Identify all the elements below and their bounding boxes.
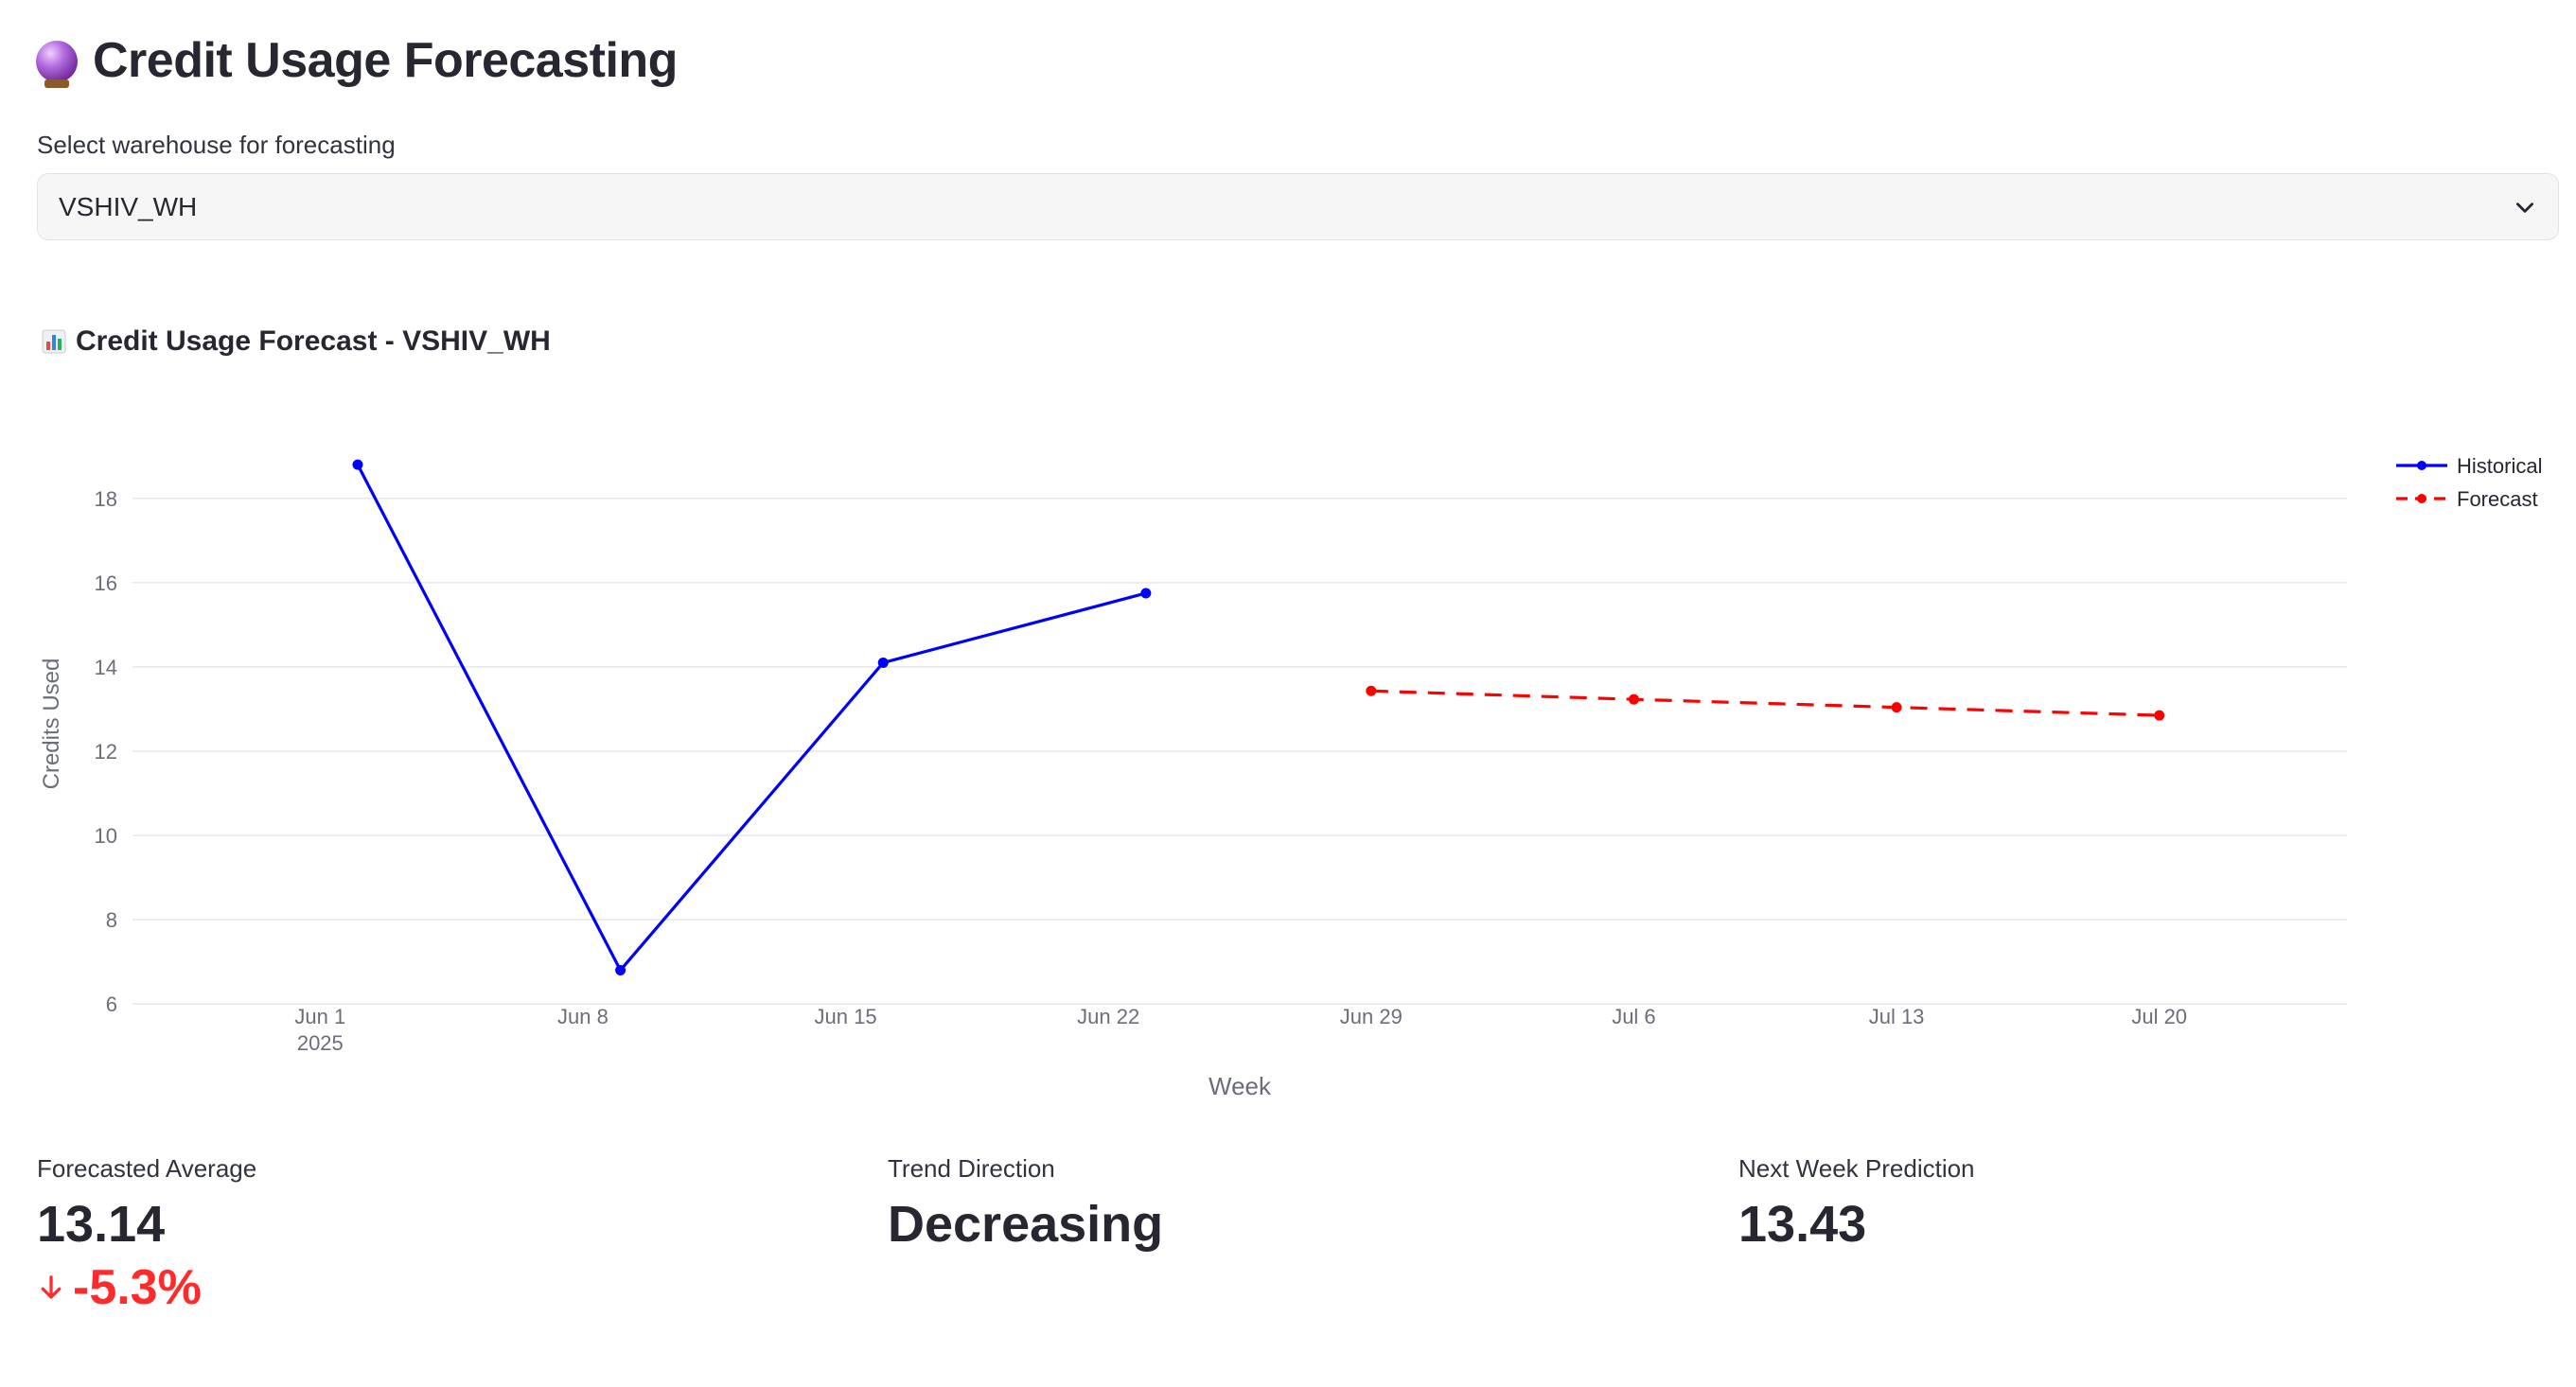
forecast-chart: 681012141618 Jun 12025Jun 8 Jun 15 Jun 22 J…: [39, 454, 2542, 1100]
legend-marker: [2417, 494, 2426, 503]
legend-marker: [2417, 461, 2426, 470]
x-tick-label: Jul 13: [1869, 1005, 1925, 1028]
chart-section-title: Credit Usage Forecast - VSHIV_WH: [42, 325, 551, 358]
metric-forecasted-average: Forecasted Average 13.14 -5.3%: [37, 1154, 256, 1316]
y-tick-label: 6: [106, 992, 117, 1016]
metric-delta-value: -5.3%: [73, 1260, 202, 1315]
data-point-historical: [615, 964, 626, 975]
x-tick-label: Jun 8: [557, 1005, 609, 1028]
data-point-forecast: [1366, 685, 1377, 696]
warehouse-select-value: VSHIV_WH: [59, 191, 198, 221]
legend-label: Forecast: [2457, 487, 2538, 511]
legend-item-forecast[interactable]: Forecast: [2396, 487, 2538, 511]
y-tick-label: 12: [95, 740, 117, 764]
y-tick-label: 8: [106, 908, 117, 932]
series-line-forecast: [1370, 689, 2160, 717]
x-tick-label: Jun 15: [815, 1005, 877, 1028]
chart-section-title-text: Credit Usage Forecast - VSHIV_WH: [76, 325, 551, 357]
metric-value: 13.43: [1738, 1196, 1867, 1253]
data-point-historical: [352, 459, 363, 470]
metric-label: Trend Direction: [888, 1154, 1055, 1183]
metric-label: Next Week Prediction: [1738, 1154, 1975, 1183]
data-point-forecast: [1891, 702, 1902, 713]
data-point-forecast: [2154, 710, 2165, 721]
crystal-ball-icon: [36, 41, 78, 88]
x-tick-year: 2025: [297, 1031, 344, 1055]
y-tick-label: 18: [95, 487, 117, 511]
arrow-down-icon: [41, 1275, 62, 1299]
metric-value: 13.14: [37, 1196, 166, 1253]
x-tick-label: Jun 22: [1077, 1005, 1139, 1028]
x-axis-ticks: Jun 1 2025 Jun 8 Jun 15 Jun 22 Jun 29 Jul 6 Jul…: [294, 1005, 2187, 1055]
metric-value: Decreasing: [888, 1196, 1164, 1253]
legend-label: Historical: [2457, 454, 2542, 478]
page-title: Credit Usage Forecasting: [36, 32, 678, 89]
metric-delta: -5.3%: [37, 1259, 256, 1316]
chart-legend[interactable]: Historical Forecast: [2396, 454, 2542, 511]
x-tick-label: Jun 29: [1340, 1005, 1403, 1028]
metric-label: Forecasted Average: [37, 1154, 257, 1183]
data-point-forecast: [1628, 694, 1639, 705]
x-tick-label: Jul 6: [1612, 1005, 1655, 1028]
x-tick-label: Jul 20: [2131, 1005, 2187, 1028]
y-axis-ticks: 6 8 10 12 14 16 18: [95, 487, 117, 1016]
grid-lines: [132, 498, 2347, 1005]
legend-item-historical[interactable]: Historical: [2396, 454, 2542, 478]
chart-series: [352, 459, 2165, 975]
y-axis-label: Credits Used: [39, 658, 64, 790]
page-title-text: Credit Usage Forecasting: [93, 33, 678, 88]
data-point-historical: [877, 657, 889, 668]
chevron-down-icon: [2516, 202, 2533, 213]
y-tick-label: 10: [95, 824, 117, 848]
y-tick-label: 16: [95, 571, 117, 595]
warehouse-select-label: Select warehouse for forecasting: [37, 131, 396, 159]
x-axis-label: Week: [1209, 1072, 1272, 1100]
data-point-historical: [1140, 588, 1152, 599]
bar-chart-icon: [42, 329, 66, 354]
metric-trend-direction: Trend Direction Decreasing: [888, 1154, 1163, 1254]
x-tick-label: Jun 1: [294, 1005, 345, 1028]
series-line-historical: [356, 464, 1147, 974]
metric-next-week-prediction: Next Week Prediction 13.43: [1738, 1154, 1975, 1254]
warehouse-select[interactable]: VSHIV_WH: [37, 173, 2559, 240]
y-tick-label: 14: [95, 656, 117, 679]
